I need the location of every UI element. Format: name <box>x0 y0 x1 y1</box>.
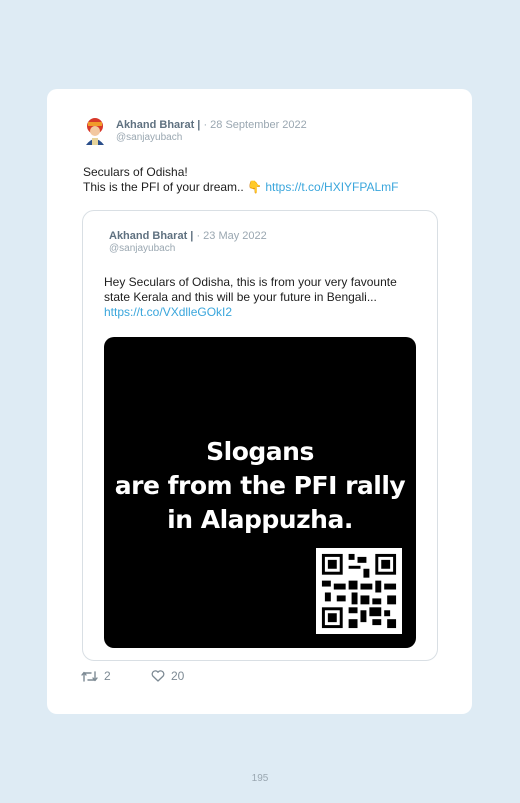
qr-code-icon <box>316 548 402 634</box>
quoted-link[interactable]: https://t.co/VXdlleGOkI2 <box>104 305 232 319</box>
retweet-button[interactable]: 2 <box>81 669 111 683</box>
tweet-link[interactable]: https://t.co/HXIYFPALmF <box>265 180 398 194</box>
quoted-tweet[interactable]: Akhand Bharat | · 23 May 2022 @sanjayuba… <box>82 210 438 661</box>
author-name[interactable]: Akhand Bharat | <box>116 119 200 131</box>
tweet-author[interactable]: Akhand Bharat | · 28 September 2022 <box>116 119 307 132</box>
quoted-author-name[interactable]: Akhand Bharat | <box>109 230 193 242</box>
tweet-text: Seculars of Odisha! This is the PFI of y… <box>83 165 399 195</box>
quoted-text: Hey Seculars of Odisha, this is from you… <box>104 275 424 320</box>
quoted-text-body: Hey Seculars of Odisha, this is from you… <box>104 275 397 304</box>
tweet-text-line-2-body: This is the PFI of your dream.. 👇 <box>83 180 262 194</box>
media-caption-line-1: Slogans <box>206 437 314 466</box>
page-number: 195 <box>251 773 269 784</box>
media-caption: Slogans are from the PFI rally in Alappu… <box>104 435 416 537</box>
tweet-text-line-2: This is the PFI of your dream.. 👇 https:… <box>83 180 399 195</box>
like-button[interactable]: 20 <box>151 669 184 683</box>
media-caption-line-2: are from the PFI rally <box>114 471 406 500</box>
retweet-count: 2 <box>104 669 111 683</box>
quoted-handle[interactable]: @sanjayubach <box>109 243 175 254</box>
retweet-icon <box>81 670 98 682</box>
heart-icon <box>151 670 165 682</box>
quoted-author[interactable]: Akhand Bharat | · 23 May 2022 <box>109 230 267 242</box>
avatar[interactable] <box>82 117 108 145</box>
like-count: 20 <box>171 669 185 683</box>
author-handle[interactable]: @sanjayubach <box>116 132 182 143</box>
media-caption-line-3: in Alappuzha. <box>167 505 353 534</box>
tweet-date[interactable]: · 28 September 2022 <box>203 119 306 131</box>
tweet-text-line-1: Seculars of Odisha! <box>83 165 188 179</box>
quoted-media-image[interactable]: Slogans are from the PFI rally in Alappu… <box>104 337 416 648</box>
quoted-date[interactable]: · 23 May 2022 <box>196 230 266 242</box>
tweet-card: Akhand Bharat | · 28 September 2022 @san… <box>47 89 472 714</box>
